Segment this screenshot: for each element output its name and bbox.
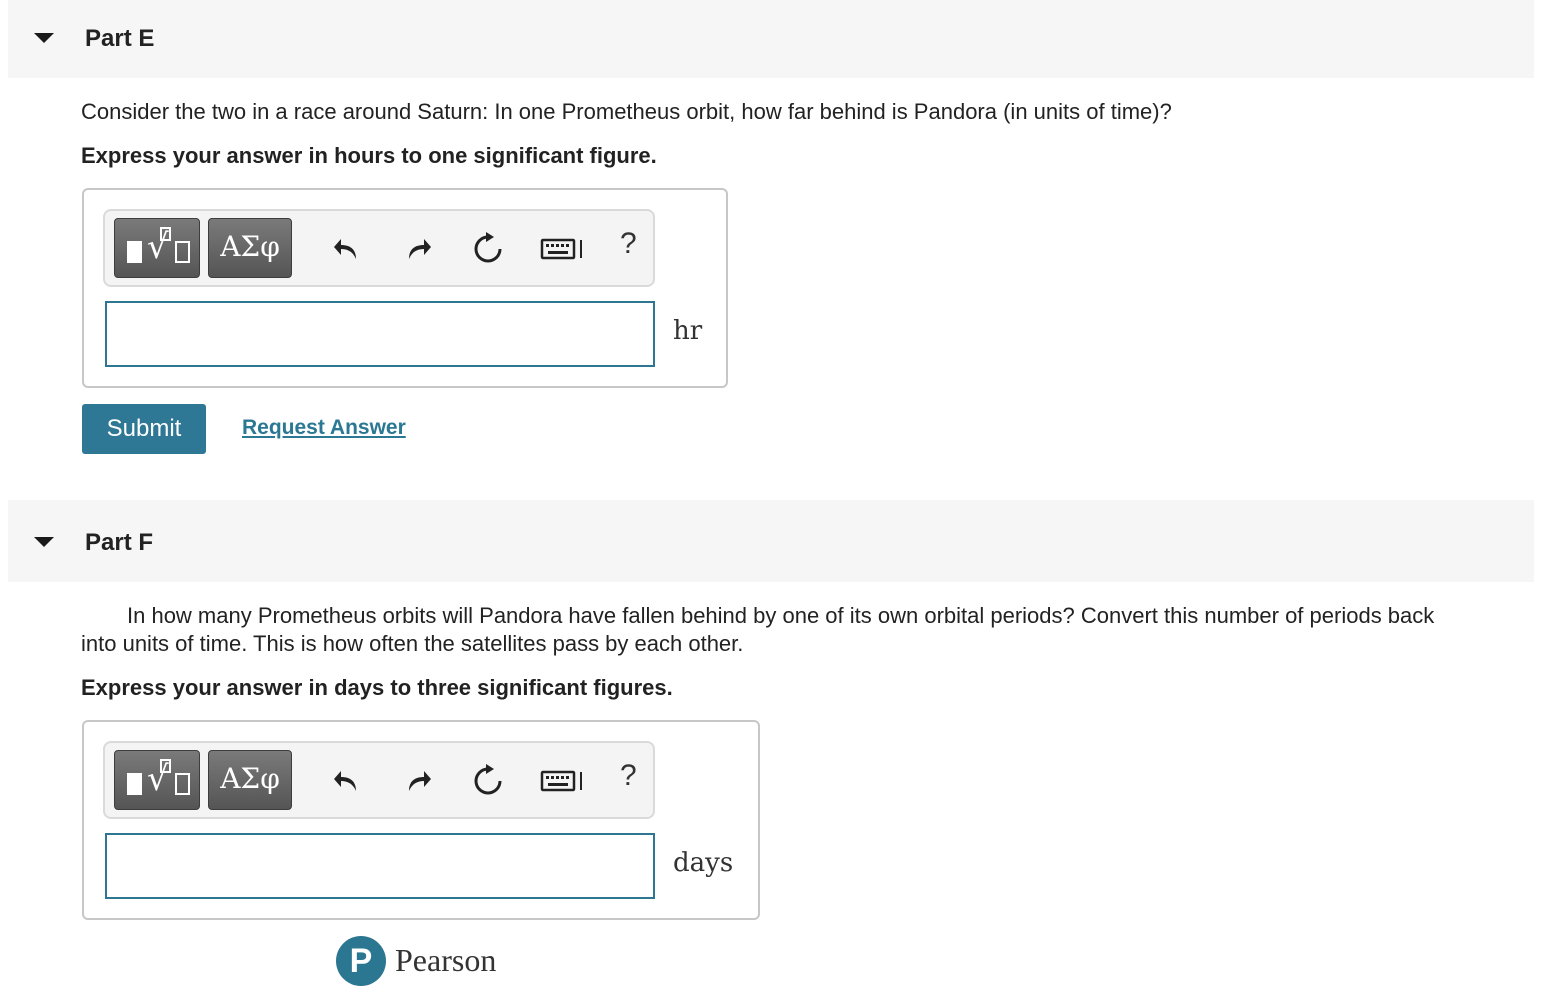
collapse-caret-icon[interactable] <box>34 33 54 43</box>
keyboard-icon[interactable] <box>537 229 591 269</box>
math-toolbar: √ ΑΣφ ? <box>103 209 655 287</box>
pearson-logo: P Pearson <box>336 936 496 986</box>
submit-button[interactable]: Submit <box>82 404 206 454</box>
part-f-title: Part F <box>85 529 154 556</box>
redo-icon[interactable] <box>398 761 438 801</box>
part-f-answer-input[interactable] <box>105 833 655 899</box>
part-f-question-line1: In how many Prometheus orbits will Pando… <box>127 603 1435 628</box>
templates-button[interactable]: √ <box>114 750 200 810</box>
part-f-instruction: Express your answer in days to three sig… <box>81 675 673 700</box>
templates-button[interactable]: √ <box>114 218 200 278</box>
math-toolbar: √ ΑΣφ ? <box>103 741 655 819</box>
template-box-icon <box>175 773 190 795</box>
part-e-instruction: Express your answer in hours to one sign… <box>81 143 657 168</box>
help-icon[interactable]: ? <box>620 759 637 793</box>
template-box-icon <box>160 759 171 773</box>
keyboard-icon[interactable] <box>537 761 591 801</box>
part-e-unit: hr <box>673 316 703 346</box>
reset-icon[interactable] <box>468 761 508 801</box>
help-icon[interactable]: ? <box>620 227 637 261</box>
undo-icon[interactable] <box>327 761 367 801</box>
template-box-icon <box>175 241 190 263</box>
part-e-header[interactable]: Part E <box>8 0 1534 78</box>
undo-icon[interactable] <box>327 229 367 269</box>
greek-symbols-button[interactable]: ΑΣφ <box>208 750 292 810</box>
part-f-answer-box: √ ΑΣφ ? days <box>82 720 760 920</box>
pearson-logo-icon: P <box>336 936 386 986</box>
template-square-icon <box>127 241 142 263</box>
part-e-answer-box: √ ΑΣφ ? hr <box>82 188 728 388</box>
redo-icon[interactable] <box>398 229 438 269</box>
reset-icon[interactable] <box>468 229 508 269</box>
part-e-question: Consider the two in a race around Saturn… <box>81 99 1172 124</box>
part-e-answer-input[interactable] <box>105 301 655 367</box>
request-answer-link[interactable]: Request Answer <box>242 416 406 440</box>
greek-symbols-button[interactable]: ΑΣφ <box>208 218 292 278</box>
part-e-title: Part E <box>85 25 155 52</box>
template-box-icon <box>160 227 171 241</box>
pearson-wordmark: Pearson <box>395 942 497 978</box>
part-f-header[interactable]: Part F <box>8 500 1534 582</box>
part-f-unit: days <box>673 848 734 878</box>
part-f-question-line2: into units of time. This is how often th… <box>81 631 744 656</box>
collapse-caret-icon[interactable] <box>34 537 54 547</box>
template-square-icon <box>127 773 142 795</box>
